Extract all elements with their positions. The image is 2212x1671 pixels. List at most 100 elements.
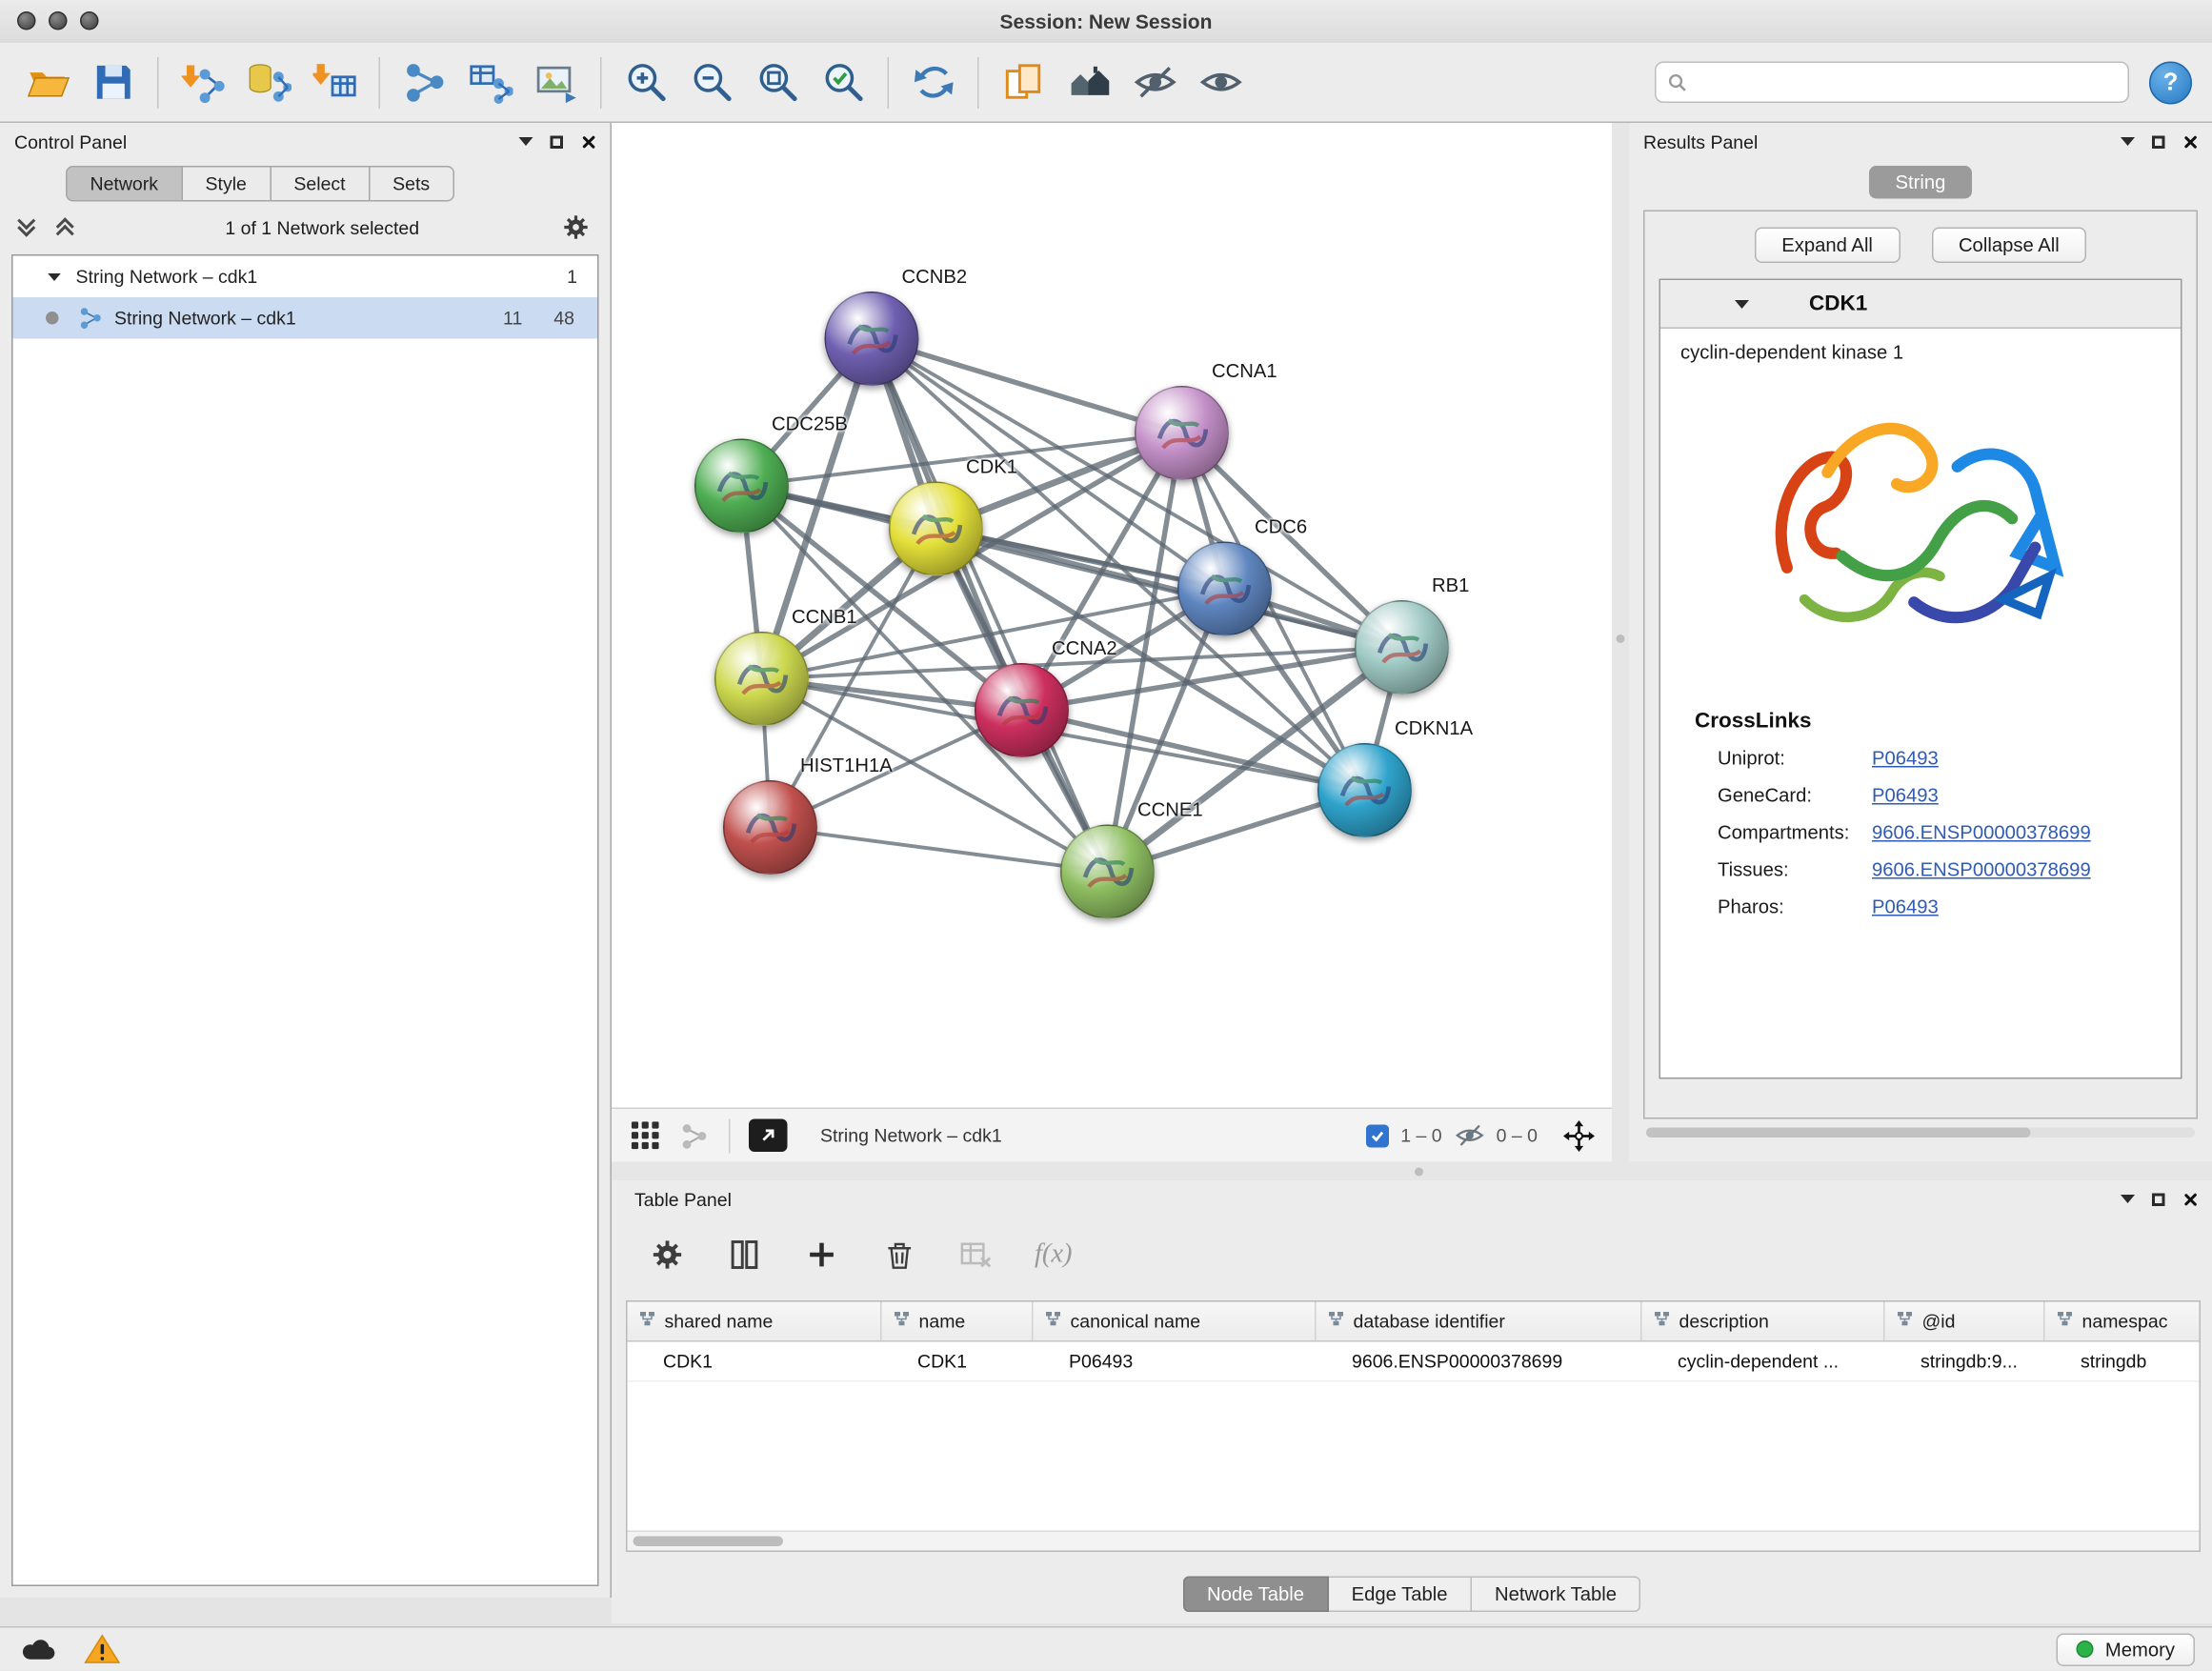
network-canvas[interactable]: CCNB2CCNA1CDC25BCDK1CDC6RB1CCNB1CCNA2CDK… bbox=[612, 123, 1612, 1108]
copy-button[interactable] bbox=[991, 50, 1056, 113]
column-header--id[interactable]: @id bbox=[1885, 1302, 2045, 1341]
show-columns-icon[interactable] bbox=[726, 1237, 763, 1274]
crosslink-link[interactable]: 9606.ENSP00000378699 bbox=[1872, 821, 2102, 843]
network-row[interactable]: String Network – cdk1 11 48 bbox=[13, 297, 598, 339]
home-button[interactable] bbox=[1056, 50, 1122, 113]
add-column-icon[interactable] bbox=[803, 1237, 840, 1274]
warning-icon[interactable] bbox=[80, 1632, 123, 1666]
float-panel-icon[interactable] bbox=[551, 135, 564, 149]
node-CCNA1[interactable] bbox=[1135, 386, 1229, 480]
column-header-namespac[interactable]: namespac bbox=[2045, 1302, 2200, 1341]
crosslink-link[interactable]: P06493 bbox=[1872, 896, 1950, 917]
node-CDC6[interactable] bbox=[1177, 542, 1272, 636]
collapse-all-button[interactable]: Collapse All bbox=[1931, 228, 2086, 264]
maximize-window-button[interactable] bbox=[80, 11, 99, 30]
column-header-canonical-name[interactable]: canonical name bbox=[1034, 1302, 1317, 1341]
node-CDK1[interactable] bbox=[889, 482, 983, 576]
birds-eye-view-button[interactable] bbox=[749, 1119, 788, 1153]
node-HIST1H1A[interactable] bbox=[723, 780, 817, 875]
zoom-out-button[interactable] bbox=[679, 50, 745, 113]
table-menu-icon[interactable] bbox=[2121, 1195, 2135, 1203]
node-CCNA2[interactable] bbox=[975, 663, 1069, 757]
collection-expand-icon[interactable] bbox=[48, 272, 61, 280]
node-RB1[interactable] bbox=[1355, 600, 1449, 695]
crosslink-link[interactable]: 9606.ENSP00000378699 bbox=[1872, 858, 2102, 880]
memory-button[interactable]: Memory bbox=[2057, 1633, 2195, 1666]
crosslink-link[interactable]: P06493 bbox=[1872, 747, 1950, 769]
selected-nodes-checkbox-icon[interactable] bbox=[1366, 1124, 1389, 1147]
results-float-icon[interactable] bbox=[2152, 135, 2165, 149]
node-CDKN1A[interactable] bbox=[1317, 743, 1412, 837]
collapse-all-networks-icon[interactable] bbox=[20, 220, 33, 234]
tab-network-table[interactable]: Network Table bbox=[1472, 1577, 1640, 1613]
column-icon bbox=[1654, 1311, 1671, 1333]
refresh-layout-button[interactable] bbox=[900, 50, 966, 113]
gene-collapse-icon[interactable] bbox=[1735, 299, 1749, 308]
import-network-from-file-button[interactable] bbox=[171, 50, 236, 113]
new-network-button[interactable] bbox=[392, 50, 457, 113]
edge-CCNA2-CDKN1A[interactable] bbox=[1022, 711, 1365, 791]
search-input[interactable] bbox=[1697, 70, 2117, 95]
table-close-icon[interactable] bbox=[2182, 1191, 2199, 1207]
horizontal-splitter[interactable] bbox=[612, 1162, 2212, 1181]
zoom-selected-button[interactable] bbox=[811, 50, 876, 113]
cloud-icon[interactable] bbox=[17, 1632, 60, 1666]
tab-style[interactable]: Style bbox=[183, 166, 271, 202]
node-CCNB1[interactable] bbox=[714, 632, 809, 726]
node-CDC25B[interactable] bbox=[694, 439, 789, 534]
network-from-table-button[interactable] bbox=[457, 50, 523, 113]
pan-move-icon[interactable] bbox=[1563, 1119, 1595, 1151]
table-settings-gear-icon[interactable] bbox=[649, 1237, 686, 1274]
cytoscape-window: Session: New Session ? Control Panel Net… bbox=[0, 0, 2212, 1671]
results-menu-icon[interactable] bbox=[2121, 137, 2135, 146]
tab-network[interactable]: Network bbox=[66, 166, 183, 202]
zoom-fit-button[interactable] bbox=[745, 50, 811, 113]
network-share-icon[interactable] bbox=[679, 1119, 711, 1151]
table-row[interactable]: CDK1CDK1P064939606.ENSP00000378699cyclin… bbox=[628, 1342, 2200, 1382]
network-options-gear-icon[interactable] bbox=[562, 213, 591, 242]
column-header-name[interactable]: name bbox=[882, 1302, 1034, 1341]
column-header-shared-name[interactable]: shared name bbox=[628, 1302, 882, 1341]
network-collection-row[interactable]: String Network – cdk1 1 bbox=[13, 256, 598, 298]
save-session-button[interactable] bbox=[80, 50, 146, 113]
edge-CCNB2-CCNA1[interactable] bbox=[872, 339, 1182, 433]
expand-all-networks-icon[interactable] bbox=[59, 220, 72, 234]
tab-string[interactable]: String bbox=[1870, 166, 1972, 199]
node-CCNE1[interactable] bbox=[1060, 825, 1155, 919]
delete-column-icon[interactable] bbox=[880, 1237, 917, 1274]
edge-HIST1H1A-CCNE1[interactable] bbox=[771, 828, 1108, 873]
column-icon bbox=[2057, 1311, 2074, 1333]
hide-selected-button[interactable] bbox=[1122, 50, 1188, 113]
show-all-button[interactable] bbox=[1188, 50, 1254, 113]
crosslink-link[interactable]: P06493 bbox=[1872, 784, 1950, 806]
node-CCNB2[interactable] bbox=[825, 292, 919, 386]
zoom-in-button[interactable] bbox=[613, 50, 679, 113]
tab-node-table[interactable]: Node Table bbox=[1182, 1577, 1328, 1613]
panel-menu-icon[interactable] bbox=[519, 137, 533, 146]
column-header-description[interactable]: description bbox=[1642, 1302, 1885, 1341]
gene-section-header[interactable]: CDK1 bbox=[1660, 280, 2181, 329]
expand-all-button[interactable]: Expand All bbox=[1755, 228, 1900, 264]
tab-sets[interactable]: Sets bbox=[370, 166, 454, 202]
hidden-eye-slash-icon[interactable] bbox=[1454, 1119, 1485, 1151]
minimize-window-button[interactable] bbox=[49, 11, 68, 30]
open-session-button[interactable] bbox=[14, 50, 80, 113]
close-window-button[interactable] bbox=[17, 11, 36, 30]
crosslink-row: Uniprot:P06493 bbox=[1660, 739, 2181, 776]
grid-layout-icon[interactable] bbox=[629, 1119, 660, 1151]
column-header-database-identifier[interactable]: database identifier bbox=[1317, 1302, 1642, 1341]
table-float-icon[interactable] bbox=[2152, 1193, 2165, 1206]
tab-select[interactable]: Select bbox=[271, 166, 370, 202]
screen: Session: New Session ? Control Panel Net… bbox=[0, 0, 2212, 1671]
help-button[interactable]: ? bbox=[2149, 61, 2192, 104]
tab-edge-table[interactable]: Edge Table bbox=[1329, 1577, 1472, 1613]
results-scrollbar[interactable] bbox=[1646, 1128, 2195, 1138]
close-panel-icon[interactable] bbox=[580, 133, 596, 150]
import-network-from-database-button[interactable] bbox=[236, 50, 302, 113]
edge-CCNB2-CCNE1[interactable] bbox=[872, 339, 1108, 873]
vertical-splitter[interactable] bbox=[1612, 123, 1629, 1162]
import-table-from-file-button[interactable] bbox=[302, 50, 368, 113]
export-image-button[interactable] bbox=[523, 50, 589, 113]
table-hscrollbar[interactable] bbox=[628, 1531, 2200, 1551]
results-close-icon[interactable] bbox=[2182, 133, 2199, 150]
